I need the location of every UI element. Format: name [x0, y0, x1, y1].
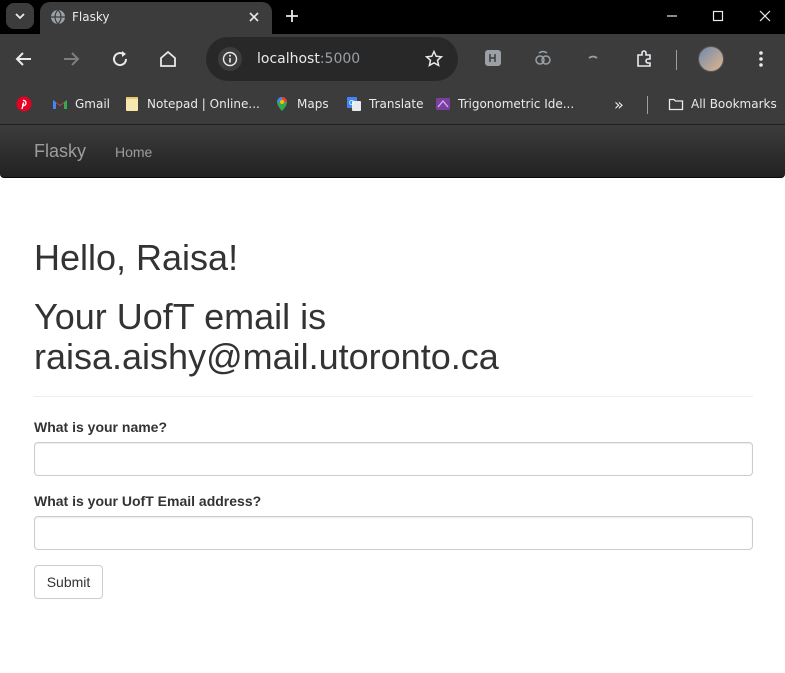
tab-title: Flasky: [72, 10, 110, 24]
browser-toolbar: localhost:5000: [0, 34, 785, 84]
bookmark-pinterest[interactable]: [16, 95, 39, 113]
bookmark-gmail[interactable]: Gmail: [52, 95, 110, 113]
bookmark-star-icon[interactable]: [424, 49, 444, 69]
email-input[interactable]: [34, 516, 753, 550]
bookmark-translate[interactable]: G Translate: [346, 95, 424, 113]
reload-icon[interactable]: [108, 47, 132, 71]
page-divider: [34, 396, 753, 397]
notepad-icon: [126, 97, 138, 111]
all-bookmarks-label: All Bookmarks: [691, 97, 777, 111]
site-info-icon[interactable]: [218, 47, 242, 71]
minimize-icon[interactable]: [662, 6, 682, 26]
url-host: localhost: [257, 51, 320, 67]
back-icon[interactable]: [12, 47, 36, 71]
tab-search-button[interactable]: [6, 3, 34, 29]
tab-strip: Flasky: [0, 0, 785, 34]
close-window-icon[interactable]: [755, 6, 775, 26]
navbar-brand[interactable]: Flasky: [34, 141, 86, 162]
email-label: What is your UofT Email address?: [34, 493, 262, 509]
close-tab-icon[interactable]: [246, 9, 262, 25]
name-input[interactable]: [34, 442, 753, 476]
nav-home-link[interactable]: Home: [115, 144, 152, 160]
pinterest-icon: [16, 96, 32, 112]
bookmark-label: Translate: [369, 97, 424, 111]
bookmarks-divider: [647, 96, 648, 114]
email-heading: Your UofT email is raisa.aishy@mail.utor…: [34, 297, 499, 377]
profile-avatar[interactable]: [698, 46, 724, 72]
extension-2-icon[interactable]: [534, 49, 552, 67]
globe-icon: [51, 9, 65, 25]
browser-chrome: Flasky localhost:5000 Gmail Notepad | On…: [0, 0, 785, 125]
svg-text:G: G: [349, 100, 354, 107]
email-heading-line1: Your UofT email is: [34, 296, 327, 337]
address-bar[interactable]: localhost:5000: [206, 37, 458, 81]
bookmark-label: Trigonometric Ide...: [458, 97, 575, 111]
app-navbar: Flasky Home: [0, 125, 785, 178]
more-menu-icon[interactable]: [749, 47, 773, 71]
more-bookmarks-label: »: [614, 94, 624, 114]
page-content: Flasky Home Hello, Raisa! Your UofT emai…: [0, 125, 785, 673]
submit-button[interactable]: Submit: [34, 565, 103, 599]
translate-icon: G: [347, 97, 361, 111]
bookmark-label: Notepad | Online...: [147, 97, 260, 111]
maps-icon: [277, 97, 287, 111]
email-heading-line2: raisa.aishy@mail.utoronto.ca: [34, 336, 499, 377]
maximize-icon[interactable]: [708, 6, 728, 26]
bookmarks-bar: Gmail Notepad | Online... Maps G Transla…: [0, 84, 785, 125]
name-label: What is your name?: [34, 419, 168, 435]
tab-flasky[interactable]: Flasky: [40, 2, 272, 34]
bookmark-label: Maps: [297, 97, 329, 111]
bookmark-label: Gmail: [75, 97, 111, 111]
trig-icon: [436, 98, 450, 110]
bookmark-maps[interactable]: Maps: [274, 95, 329, 113]
extensions-puzzle-icon[interactable]: [632, 47, 656, 71]
url-port: :5000: [319, 51, 361, 67]
bookmark-notepad[interactable]: Notepad | Online...: [124, 95, 260, 113]
forward-icon[interactable]: [59, 47, 83, 71]
home-icon[interactable]: [156, 47, 180, 71]
new-tab-icon[interactable]: [282, 6, 302, 26]
toolbar-divider: [676, 50, 677, 70]
bookmark-trigonometric[interactable]: Trigonometric Ide...: [435, 95, 574, 113]
extension-1-icon[interactable]: [484, 49, 502, 67]
folder-icon: [668, 98, 684, 111]
all-bookmarks-button[interactable]: All Bookmarks: [668, 95, 777, 113]
extension-3-icon[interactable]: [584, 49, 602, 67]
greeting-heading: Hello, Raisa!: [34, 237, 239, 278]
gmail-icon: [53, 100, 67, 109]
chevron-down-icon: [15, 13, 25, 20]
more-bookmarks-button[interactable]: »: [614, 94, 624, 114]
url-text: localhost:5000: [257, 51, 360, 67]
